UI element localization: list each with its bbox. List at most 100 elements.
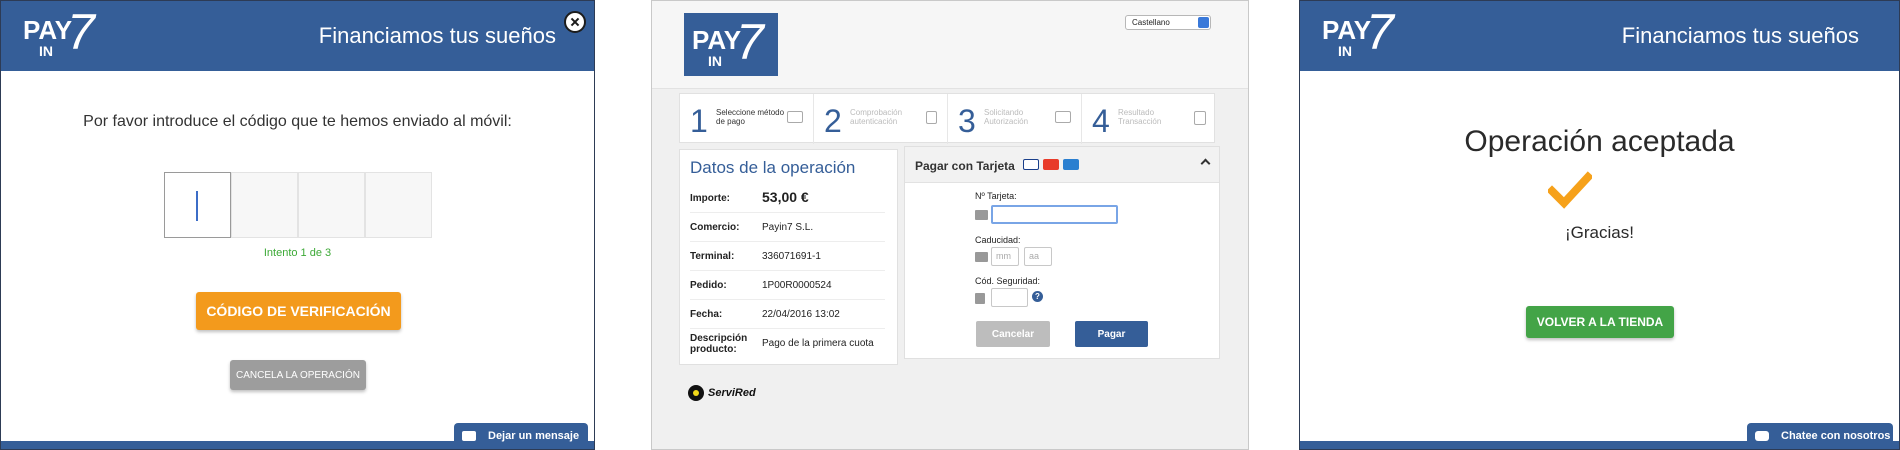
cancel-button[interactable]: Cancelar [976,321,1050,347]
operation-title: Datos de la operación [690,158,856,177]
expiry-year-input[interactable]: aa [1024,247,1052,266]
detail-key: Comercio: [690,222,740,233]
detail-key: Importe: [690,193,730,204]
step-label: Resultado Transacción [1118,108,1162,126]
maestro-icon [1063,159,1079,170]
card-payment-form: Pagar con Tarjeta Nº Tarjeta: Caducidad:… [904,146,1220,359]
year-placeholder: aa [1029,251,1040,261]
payment-header[interactable]: Pagar con Tarjeta [905,147,1219,183]
card-icon [787,111,803,123]
step-label: Comprobación autenticación [850,108,903,126]
code-digit-4[interactable] [365,172,432,238]
security-code-input[interactable] [991,288,1028,307]
pay-button[interactable]: Pagar [1075,321,1148,347]
step-number: 3 [958,103,976,139]
detail-key: Descripción producto: [690,333,748,355]
logo-pay: PAY [1322,15,1372,45]
payment-gateway: PAY IN 7 Castellano 1 Seleccione método … [651,0,1249,450]
detail-value: 53,00 € [762,189,809,205]
checkmark-icon [1548,171,1592,209]
operation-accepted-title: Operación aceptada [1464,125,1735,158]
detail-key: Pedido: [690,280,727,291]
detail-key: Terminal: [690,251,735,262]
code-digit-1[interactable] [164,172,231,238]
step-number: 1 [690,103,708,139]
language-select[interactable]: Castellano [1125,15,1211,30]
card-icon [975,210,988,220]
header-title: Financiamos tus sueños [318,23,556,48]
detail-value: 336071691-1 [762,251,821,262]
security-code-label: Cód. Seguridad: [975,276,1041,286]
detail-row: Terminal: 336071691-1 [690,242,885,271]
step-number: 4 [1092,103,1110,139]
detail-value: Payin7 S.L. [762,222,814,233]
servired-text: ServiRed [708,387,756,399]
payin7-logo: PAY IN 7 [684,13,778,76]
card-number-input[interactable] [991,205,1118,224]
leave-message-label: Dejar un mensaje [488,430,580,442]
thumbs-up-icon [1194,111,1206,125]
select-arrow-icon [1198,17,1209,28]
logo-seven: 7 [1366,4,1394,60]
chat-label: Chatee con nosotros [1781,430,1891,442]
mastercard-icon [1043,159,1059,170]
logo-pay: PAY [23,15,73,45]
close-icon[interactable] [564,11,586,33]
visa-icon [1023,159,1039,170]
verify-code-button[interactable]: CÓDIGO DE VERIFICACIÓN [196,292,401,330]
servired-logo: ServiRed [688,385,756,401]
back-to-store-button[interactable]: VOLVER A LA TIENDA [1526,306,1674,338]
servired-icon [688,385,704,401]
payment-steps: 1 Seleccione método de pago 2 Comprobaci… [679,93,1216,144]
step-label: Solicitando Autorización [984,108,1029,126]
text-caret [196,191,198,221]
logo-in: IN [1338,43,1352,59]
detail-value: 22/04/2016 13:02 [762,309,840,320]
logo-seven: 7 [67,4,95,60]
detail-value: Pago de la primera cuota [762,338,874,349]
detail-row: Descripción producto: Pago de la primera… [690,329,885,363]
step-1: 1 Seleccione método de pago [680,94,814,144]
payin7-logo: PAY IN 7 [1322,4,1402,63]
attempt-counter: Intento 1 de 3 [263,247,332,259]
chevron-up-icon[interactable] [1200,158,1211,169]
step-label: Seleccione método de pago [716,108,785,126]
logo-seven: 7 [736,14,764,70]
step-number: 2 [824,103,842,139]
envelope-icon [462,431,476,441]
verification-modal: PAY IN 7 Financiamos tus sueños Por favo… [0,0,595,450]
detail-row: Fecha: 22/04/2016 13:02 [690,300,885,329]
lock-icon [975,293,985,304]
logo-pay: PAY [692,25,742,55]
logo-in: IN [39,43,53,59]
operation-details: Datos de la operación Importe: 53,00 € C… [679,149,898,365]
header-title: Financiamos tus sueños [1621,23,1859,48]
code-digit-2[interactable] [231,172,298,238]
modal-header: PAY IN 7 Financiamos tus sueños [1,1,594,71]
logo-in: IN [708,53,722,69]
code-prompt: Por favor introduce el código que te hem… [83,113,512,130]
detail-row: Pedido: 1P00R0000524 [690,271,885,300]
detail-row: Comercio: Payin7 S.L. [690,213,885,242]
expiry-month-input[interactable]: mm [991,247,1019,266]
step-2: 2 Comprobación autenticación [814,94,948,144]
cancel-operation-button[interactable]: CANCELA LA OPERACIÓN [230,360,366,390]
payin7-logo: PAY IN 7 [23,4,103,63]
language-value: Castellano [1132,18,1170,27]
help-icon[interactable]: ? [1032,291,1043,302]
expiry-label: Caducidad: [975,235,1021,245]
leave-message-tab[interactable]: Dejar un mensaje [454,423,588,449]
lock-icon [926,111,937,124]
chat-bubble-icon [1755,431,1769,441]
chat-with-us-tab[interactable]: Chatee con nosotros [1747,423,1893,449]
code-digit-3[interactable] [298,172,365,238]
detail-key: Fecha: [690,309,723,320]
step-3: 3 Solicitando Autorización [948,94,1082,144]
success-modal: PAY IN 7 Financiamos tus sueños Operació… [1299,0,1900,450]
detail-value: 1P00R0000524 [762,280,832,291]
step-4: 4 Resultado Transacción [1082,94,1216,144]
modal-header: PAY IN 7 Financiamos tus sueños [1300,1,1899,71]
calendar-icon [975,252,988,262]
thanks-text: ¡Gracias! [1565,223,1634,242]
card-number-label: Nº Tarjeta: [975,191,1017,201]
